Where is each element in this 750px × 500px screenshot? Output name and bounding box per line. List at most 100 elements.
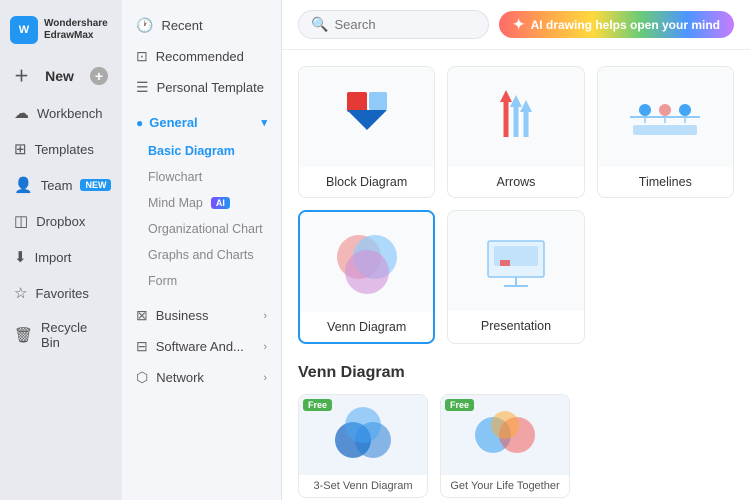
mid-org-chart[interactable]: Organizational Chart (122, 216, 281, 242)
templates-icon: ⊞ (14, 140, 27, 158)
venn-templates: Free 3-Set Venn Diagram Free (298, 394, 734, 498)
workbench-label: Workbench (37, 106, 103, 121)
logo-letter: W (19, 24, 29, 36)
arrows-thumb (448, 67, 583, 167)
workbench-icon: ☁ (14, 104, 29, 122)
mid-graphs[interactable]: Graphs and Charts (122, 242, 281, 268)
template-card-venn[interactable]: Venn Diagram (298, 210, 435, 344)
venn-thumb (300, 212, 433, 312)
personal-icon: ☰ (136, 79, 149, 96)
favorites-icon: ☆ (14, 284, 27, 302)
middle-panel: 🕐 Recent ⊡ Recommended ☰ Personal Templa… (122, 0, 282, 500)
mind-map-label: Mind Map (148, 196, 203, 210)
brand-name: Wondershare EdrawMax (44, 18, 108, 42)
sidebar-item-recycle[interactable]: 🗑 Recycle Bin (4, 312, 118, 358)
network-icon: ⬡ (136, 369, 148, 386)
new-plus-icon: + (90, 67, 108, 85)
team-icon: 👤 (14, 176, 33, 194)
search-input[interactable] (334, 17, 475, 32)
flowchart-label: Flowchart (148, 170, 202, 184)
templates-label: Templates (35, 142, 94, 157)
search-bar[interactable]: 🔍 (298, 10, 489, 39)
main-content: 🔍 ✦ AI drawing helps open your mind Bloc… (282, 0, 750, 500)
sidebar-item-workbench[interactable]: ☁ Workbench (4, 96, 118, 130)
template-card-presentation[interactable]: Presentation (447, 210, 584, 344)
timelines-thumb (598, 67, 733, 167)
favorites-label: Favorites (35, 286, 88, 301)
general-chevron-icon: ▾ (261, 116, 267, 129)
business-icon: ⊠ (136, 307, 148, 324)
general-section[interactable]: ● General ▾ (122, 107, 281, 138)
ai-star-icon: ✦ (513, 16, 525, 33)
sidebar-item-import[interactable]: ⬇ Import (4, 240, 118, 274)
venn-card-2[interactable]: Free Get Your Life Together (440, 394, 570, 498)
block-diagram-name: Block Diagram (299, 167, 434, 197)
network-label: Network (156, 370, 204, 385)
personal-label: Personal Template (157, 80, 264, 95)
block-diagram-thumb (299, 67, 434, 167)
search-icon: 🔍 (311, 16, 328, 33)
template-grid: Block Diagram Arrows (298, 66, 734, 344)
ai-banner-text: AI drawing helps open your mind (531, 18, 720, 32)
venn-section: Venn Diagram Free 3-Set Venn Diagram (298, 364, 734, 498)
sidebar-item-templates[interactable]: ⊞ Templates (4, 132, 118, 166)
mid-recent[interactable]: 🕐 Recent (122, 10, 281, 41)
venn-name: Venn Diagram (300, 312, 433, 342)
template-card-timelines[interactable]: Timelines (597, 66, 734, 198)
template-card-block-diagram[interactable]: Block Diagram (298, 66, 435, 198)
mid-recommended[interactable]: ⊡ Recommended (122, 41, 281, 72)
mid-mind-map[interactable]: Mind Map AI (122, 190, 281, 216)
sidebar: W Wondershare EdrawMax ＋ New + ☁ Workben… (0, 0, 122, 500)
dropbox-label: Dropbox (36, 214, 85, 229)
recommended-icon: ⊡ (136, 48, 148, 65)
org-chart-label: Organizational Chart (148, 222, 263, 236)
software-arrow-icon: › (263, 341, 267, 353)
venn-card-1[interactable]: Free 3-Set Venn Diagram (298, 394, 428, 498)
free-badge-2: Free (445, 399, 474, 411)
graphs-label: Graphs and Charts (148, 248, 254, 262)
recent-icon: 🕐 (136, 17, 153, 34)
basic-diagram-label: Basic Diagram (148, 144, 235, 158)
mid-network[interactable]: ⬡ Network › (122, 362, 281, 393)
timelines-name: Timelines (598, 167, 733, 197)
sidebar-item-dropbox[interactable]: ◫ Dropbox (4, 204, 118, 238)
venn-card-2-thumb: Free (441, 395, 569, 475)
mid-business[interactable]: ⊠ Business › (122, 300, 281, 331)
software-label: Software And... (156, 339, 244, 354)
mid-software[interactable]: ⊟ Software And... › (122, 331, 281, 362)
venn-card-1-thumb: Free (299, 395, 427, 475)
ai-badge: AI (211, 197, 230, 209)
import-icon: ⬇ (14, 248, 27, 266)
team-new-badge: NEW (80, 179, 111, 191)
new-button[interactable]: ＋ New + (4, 57, 118, 94)
venn-card-1-name: 3-Set Venn Diagram (299, 475, 427, 497)
mid-flowchart[interactable]: Flowchart (122, 164, 281, 190)
ai-banner[interactable]: ✦ AI drawing helps open your mind (499, 11, 734, 38)
template-card-arrows[interactable]: Arrows (447, 66, 584, 198)
sidebar-item-favorites[interactable]: ☆ Favorites (4, 276, 118, 310)
free-badge-1: Free (303, 399, 332, 411)
logo-icon: W (10, 16, 38, 44)
form-label: Form (148, 274, 177, 288)
mid-basic-diagram[interactable]: Basic Diagram (122, 138, 281, 164)
main-header: 🔍 ✦ AI drawing helps open your mind (282, 0, 750, 50)
main-body: Block Diagram Arrows (282, 50, 750, 500)
brand-logo: W Wondershare EdrawMax (0, 8, 122, 56)
recent-label: Recent (161, 18, 202, 33)
general-dot-icon: ● (136, 116, 143, 130)
new-icon: ＋ (14, 65, 29, 86)
mid-personal-template[interactable]: ☰ Personal Template (122, 72, 281, 103)
business-label: Business (156, 308, 209, 323)
dropbox-icon: ◫ (14, 212, 28, 230)
recommended-label: Recommended (156, 49, 244, 64)
sidebar-item-team[interactable]: 👤 Team NEW (4, 168, 118, 202)
recycle-icon: 🗑 (14, 326, 33, 344)
network-arrow-icon: › (263, 372, 267, 384)
presentation-thumb (448, 211, 583, 311)
mid-form[interactable]: Form (122, 268, 281, 294)
software-icon: ⊟ (136, 338, 148, 355)
arrows-name: Arrows (448, 167, 583, 197)
venn-section-title: Venn Diagram (298, 364, 734, 382)
venn-card-2-name: Get Your Life Together (441, 475, 569, 497)
business-arrow-icon: › (263, 310, 267, 322)
